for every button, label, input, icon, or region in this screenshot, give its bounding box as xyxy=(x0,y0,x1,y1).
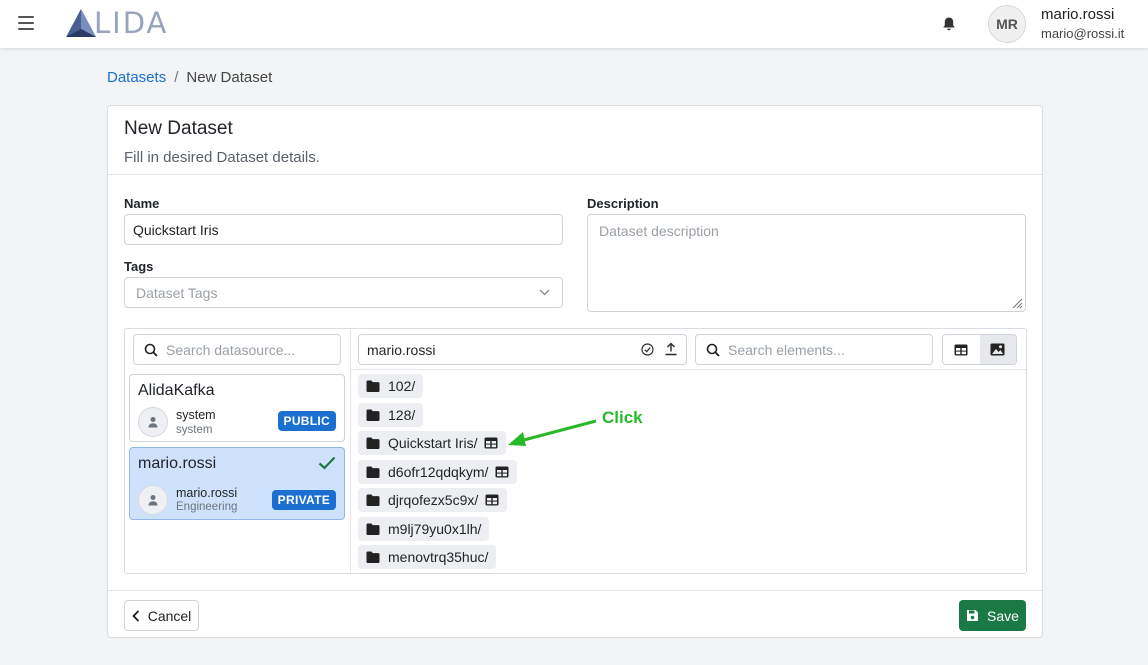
private-badge: PRIVATE xyxy=(271,490,336,510)
description-textarea[interactable]: Dataset description xyxy=(587,214,1026,312)
cancel-button[interactable]: Cancel xyxy=(124,600,199,631)
floppy-disk-icon xyxy=(967,610,979,621)
upload-icon[interactable] xyxy=(664,342,678,356)
menu-icon[interactable] xyxy=(18,16,34,30)
folder-item[interactable]: 128/ xyxy=(358,403,424,427)
user-name: mario.rossi xyxy=(1041,6,1115,23)
resize-handle-icon[interactable] xyxy=(1011,297,1023,309)
folder-name: djrqofezx5c9x/ xyxy=(388,492,479,508)
folder-name: 128/ xyxy=(388,407,416,423)
folder-name: m9lj79yu0x1lh/ xyxy=(388,521,482,537)
user-email: mario@rossi.it xyxy=(1041,26,1125,41)
cancel-label: Cancel xyxy=(147,607,192,624)
name-input-value: Quickstart Iris xyxy=(133,221,219,238)
table-icon xyxy=(495,466,509,478)
datasource-org: Engineering xyxy=(176,501,238,513)
path-input[interactable]: mario.rossi xyxy=(358,334,687,365)
search-icon xyxy=(144,343,158,357)
description-label: Description xyxy=(587,196,659,211)
datasource-search-placeholder: Search datasource... xyxy=(166,341,296,358)
name-label: Name xyxy=(124,196,160,211)
annotation-click-label: Click xyxy=(602,408,643,427)
chevron-down-icon xyxy=(539,289,550,296)
tags-label: Tags xyxy=(124,259,154,274)
datasource-search-input[interactable]: Search datasource... xyxy=(133,334,341,365)
browser-divider xyxy=(350,369,1026,370)
breadcrumb: Datasets / New Dataset xyxy=(107,69,272,86)
check-icon xyxy=(318,456,336,470)
folder-name: menovtrq35huc/ xyxy=(388,549,489,565)
folder-icon xyxy=(366,523,380,535)
breadcrumb-datasets-link[interactable]: Datasets xyxy=(107,69,166,86)
card-subtitle: Fill in desired Dataset details. xyxy=(124,149,320,166)
folder-icon xyxy=(366,466,380,478)
description-placeholder: Dataset description xyxy=(599,223,719,239)
folder-item-quickstart-iris[interactable]: Quickstart Iris/ xyxy=(358,431,507,455)
datasource-card-alidakafka[interactable]: AlidaKafka system system PUBLIC xyxy=(129,374,345,442)
table-view-button[interactable] xyxy=(943,335,980,364)
folder-icon xyxy=(366,380,380,392)
elements-search-placeholder: Search elements... xyxy=(728,341,845,358)
folder-item[interactable]: djrqofezx5c9x/ xyxy=(358,488,508,512)
logo[interactable]: LIDA xyxy=(64,6,169,40)
view-toggle xyxy=(942,334,1017,365)
datasource-owner: mario.rossi xyxy=(176,486,238,500)
image-icon xyxy=(990,343,1005,356)
logo-text: LIDA xyxy=(94,6,169,40)
folder-item[interactable]: menovtrq35huc/ xyxy=(358,545,497,569)
folder-icon xyxy=(366,494,380,506)
folder-icon xyxy=(366,437,380,449)
annotation-arrow xyxy=(508,419,597,446)
save-button[interactable]: Save xyxy=(959,600,1026,631)
top-bar: LIDA MR mario.rossi mario@rossi.it xyxy=(0,0,1148,48)
table-icon xyxy=(954,344,968,355)
public-badge: PUBLIC xyxy=(277,411,336,431)
elements-search-input[interactable]: Search elements... xyxy=(695,334,933,365)
folder-icon xyxy=(366,409,380,421)
search-icon xyxy=(706,343,720,357)
folder-name: 102/ xyxy=(388,378,416,394)
datasource-browser: Search datasource... AlidaKafka system s… xyxy=(124,328,1027,574)
breadcrumb-separator: / xyxy=(174,69,179,86)
user-icon xyxy=(138,407,168,437)
folder-name: d6ofr12qdqkym/ xyxy=(388,464,489,480)
breadcrumb-current: New Dataset xyxy=(186,69,273,86)
folder-item[interactable]: 102/ xyxy=(358,374,424,398)
table-icon xyxy=(484,437,498,449)
tags-placeholder: Dataset Tags xyxy=(136,284,218,301)
datasource-name: mario.rossi xyxy=(138,455,217,472)
user-avatar[interactable]: MR xyxy=(988,5,1026,43)
user-icon xyxy=(138,485,168,515)
bell-icon[interactable] xyxy=(941,16,957,32)
divider xyxy=(108,174,1042,175)
datasource-org: system xyxy=(176,424,213,436)
folder-name: Quickstart Iris/ xyxy=(388,435,478,451)
check-circle-icon[interactable] xyxy=(641,343,654,356)
card-title: New Dataset xyxy=(124,118,233,139)
folder-icon xyxy=(366,551,380,563)
tags-select[interactable]: Dataset Tags xyxy=(124,277,563,308)
datasource-owner: system xyxy=(176,408,216,422)
folder-item[interactable]: m9lj79yu0x1lh/ xyxy=(358,517,490,541)
name-input[interactable]: Quickstart Iris xyxy=(124,214,563,245)
folder-item[interactable]: d6ofr12qdqkym/ xyxy=(358,460,518,484)
divider xyxy=(108,590,1042,591)
datasource-name: AlidaKafka xyxy=(138,382,215,399)
path-value: mario.rossi xyxy=(367,341,436,358)
save-label: Save xyxy=(987,607,1019,624)
chevron-left-icon xyxy=(131,609,139,622)
datasource-card-mario-rossi[interactable]: mario.rossi mario.rossi Engineering PRIV… xyxy=(129,447,345,520)
browser-divider xyxy=(350,329,351,573)
table-icon xyxy=(485,494,499,506)
new-dataset-card: New Dataset Fill in desired Dataset deta… xyxy=(107,105,1043,638)
logo-mark-icon xyxy=(66,9,96,37)
image-view-button[interactable] xyxy=(979,335,1016,364)
